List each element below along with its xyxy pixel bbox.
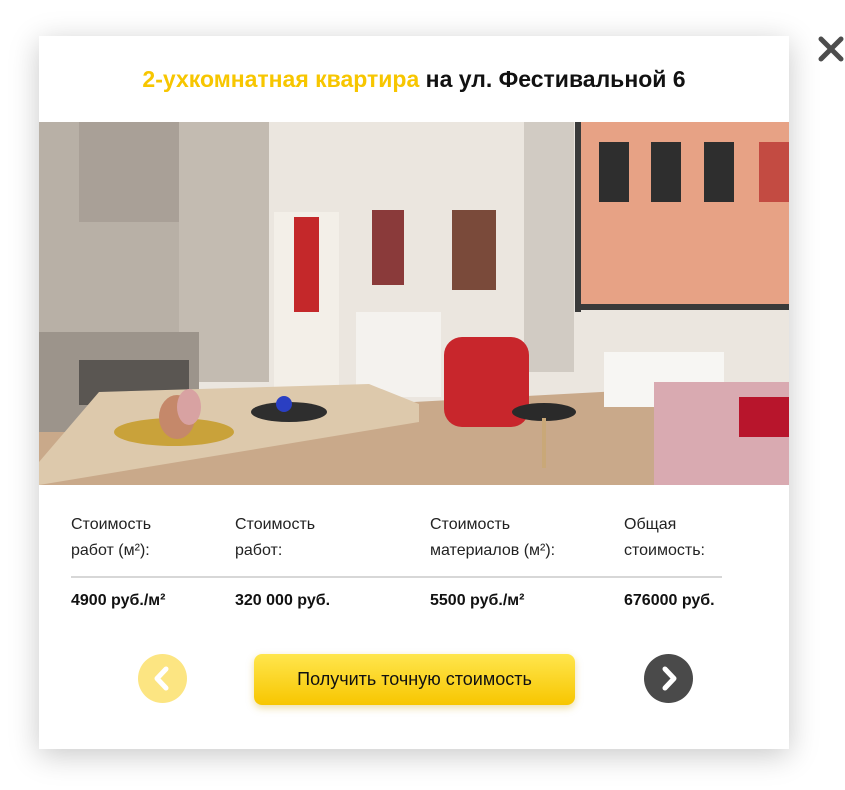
chevron-left-icon: [154, 666, 169, 691]
title-rest: на ул. Фестивальной 6: [419, 66, 686, 92]
info-value-total-price: 676000 руб.: [624, 592, 715, 609]
info-label-total-price: Общая стоимость:: [624, 512, 705, 564]
modal-title: 2-ухкомнатная квартира на ул. Фестивальн…: [39, 66, 789, 93]
info-label-line: работ (м²):: [71, 542, 150, 559]
info-label-materials-price: Стоимость материалов (м²):: [430, 512, 555, 564]
close-icon: [818, 36, 844, 62]
apartment-modal: 2-ухкомнатная квартира на ул. Фестивальн…: [39, 36, 789, 749]
info-label-work-price: Стоимость работ:: [235, 512, 315, 564]
info-label-line: Стоимость: [430, 516, 511, 533]
info-label-work-price-per-m2: Стоимость работ (м²):: [71, 512, 151, 564]
info-label-line: Стоимость: [71, 516, 152, 533]
get-exact-price-button[interactable]: Получить точную стоимость: [254, 654, 575, 705]
info-divider: [71, 576, 722, 578]
title-highlight: 2-ухкомнатная квартира: [142, 66, 420, 92]
info-value-work-price-per-m2: 4900 руб./м²: [71, 592, 166, 609]
close-button[interactable]: [815, 33, 845, 65]
chevron-right-icon: [662, 666, 677, 691]
prev-button[interactable]: [138, 654, 187, 703]
apartment-photo[interactable]: [39, 122, 789, 485]
info-label-line: стоимость:: [624, 542, 705, 559]
info-value-work-price: 320 000 руб.: [235, 592, 331, 609]
info-label-line: материалов (м²):: [430, 542, 556, 559]
info-value-materials-price: 5500 руб./м²: [430, 592, 525, 609]
info-label-line: работ:: [235, 542, 283, 559]
next-button[interactable]: [644, 654, 693, 703]
info-label-line: Стоимость: [235, 516, 316, 533]
apartment-photo-illustration: [39, 122, 789, 485]
info-label-line: Общая: [624, 516, 677, 533]
